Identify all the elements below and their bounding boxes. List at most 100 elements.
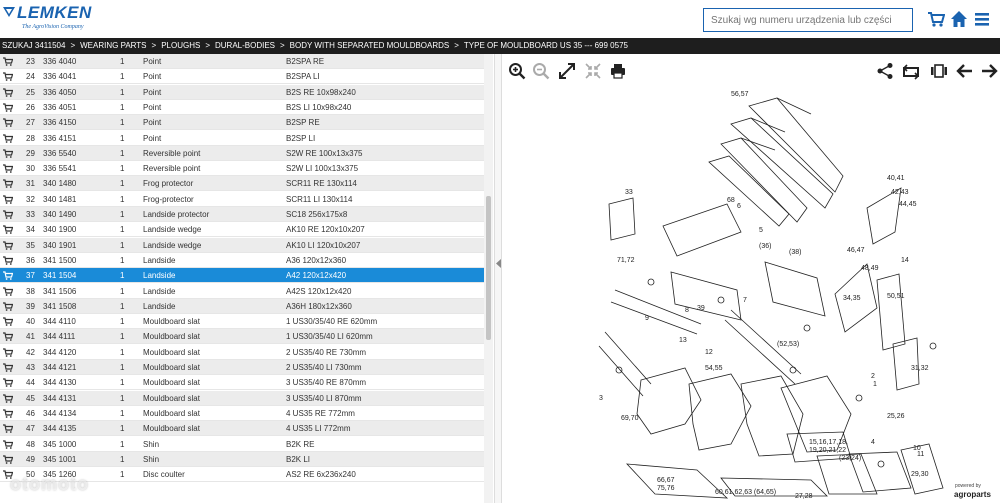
table-row[interactable]: 31 340 1480 1 Frog protector SCR11 RE 130x11… [0,176,484,192]
diagram-callout-label[interactable]: 29,30 [911,471,929,478]
diagram-callout-label[interactable]: (23,24) [839,455,861,462]
cart-icon[interactable] [3,302,13,311]
search-input[interactable] [703,8,913,32]
breadcrumb-item[interactable]: DURAL-BODIES [215,41,275,50]
diagram-callout-label[interactable]: 2 [871,373,875,380]
zoom-out-icon[interactable] [532,62,550,80]
table-row[interactable]: 42 344 4120 1 Mouldboard slat 2 US35/40 RE 7… [0,345,484,360]
table-row[interactable]: 43 344 4121 1 Mouldboard slat 2 US35/40 LI 7… [0,360,484,375]
diagram-callout-label[interactable]: (52,53) [777,341,799,348]
breadcrumb-item[interactable]: WEARING PARTS [80,41,146,50]
diagram-callout-label[interactable]: 44,45 [899,201,917,208]
diagram-callout-label[interactable]: 46,47 [847,247,865,254]
cart-icon[interactable] [3,439,13,449]
scrollbar-thumb[interactable] [486,196,491,340]
table-row[interactable]: 38 341 1506 1 Landside A42S 120x12x420 [0,284,484,299]
table-row[interactable]: 49 345 1001 1 Shin B2K LI [0,451,484,467]
diagram-callout-label[interactable]: 5 [759,227,763,234]
diagram-callout-label[interactable]: 40,41 [887,175,905,182]
cart-icon[interactable] [3,455,13,464]
diagram-callout-label[interactable]: 7 [743,297,747,304]
diagram-callout-label[interactable]: 1 [873,381,877,388]
table-row[interactable]: 27 336 4150 1 Point B2SP RE [0,115,484,131]
diagram-callout-label[interactable]: 13 [679,337,687,344]
diagram-callout-label[interactable]: 66,67 [657,477,675,484]
table-row[interactable]: 33 340 1490 1 Landside protector SC18 256x17… [0,207,484,222]
diagram-callout-label[interactable]: 15,16,17,18, [809,439,848,446]
diagram-callout-label[interactable]: 6 [737,203,741,210]
table-row[interactable]: 48 345 1000 1 Shin B2K RE [0,437,484,452]
diagram-callout-label[interactable]: 8 [685,307,689,314]
expand-icon[interactable] [558,62,576,80]
diagram-callout-label[interactable]: 4 [871,439,875,446]
diagram-callout-label[interactable]: 42,43 [891,189,909,196]
table-row[interactable]: 32 340 1481 1 Frog-protector SCR11 LI 130x11… [0,192,484,207]
view-icon[interactable] [930,62,948,80]
cart-icon[interactable] [3,240,13,250]
cart-icon[interactable] [3,164,13,173]
breadcrumb-item[interactable]: SZUKAJ 3411504 [2,41,65,50]
table-row[interactable]: 24 336 4041 1 Point B2SPA LI [0,69,484,85]
cart-icon[interactable] [3,348,13,357]
table-row[interactable]: 30 336 5541 1 Reversible point S2W LI 100x13… [0,161,484,177]
cart-icon[interactable] [3,118,13,128]
menu-icon[interactable] [973,10,991,28]
diagram-callout-label[interactable]: (38) [789,249,801,256]
diagram-callout-label[interactable]: 9 [645,315,649,322]
table-row[interactable]: 46 344 4134 1 Mouldboard slat 4 US35 RE 772m… [0,406,484,421]
table-row[interactable]: 25 336 4050 1 Point B2S RE 10x98x240 [0,84,484,100]
diagram-callout-label[interactable]: 33 [625,189,633,196]
breadcrumb-item[interactable]: BODY WITH SEPARATED MOULDBOARDS [290,41,450,50]
table-row[interactable]: 39 341 1508 1 Landside A36H 180x12x360 [0,298,484,314]
cart-icon[interactable] [3,363,13,372]
cart-icon[interactable] [3,57,13,66]
cart-icon[interactable] [3,256,13,265]
exploded-parts-drawing[interactable]: 56,57 40,41 42,43 44,45 5 6 33 68 (36) (38) 71,72 3… [581,84,961,500]
diagram-callout-label[interactable]: 48,49 [861,265,879,272]
table-row[interactable]: 23 336 4040 1 Point B2SPA RE [0,54,484,69]
panel-splitter[interactable] [494,54,502,503]
diagram-callout-label[interactable]: 39 [697,305,705,312]
cart-icon[interactable] [3,409,13,418]
diagram-callout-label[interactable]: 71,72 [617,257,635,264]
cart-icon[interactable] [3,133,13,143]
diagram-callout-label[interactable]: (36) [759,243,771,250]
cart-icon[interactable] [3,424,13,434]
cart-icon[interactable] [3,378,13,388]
cart-icon[interactable] [3,317,13,326]
arrow-right-icon[interactable] [980,62,998,80]
home-icon[interactable] [950,10,968,28]
cart-icon[interactable] [927,10,945,28]
cart-icon[interactable] [3,210,13,219]
cart-add-icon[interactable] [902,62,920,80]
table-row[interactable]: 44 344 4130 1 Mouldboard slat 3 US35/40 RE 8… [0,375,484,391]
arrow-left-icon[interactable] [956,62,974,80]
diagram-callout-label[interactable]: 11 [917,451,924,458]
table-row[interactable]: 29 336 5540 1 Reversible point S2W RE 100x13… [0,145,484,161]
cart-icon[interactable] [3,286,13,296]
diagram-callout-label[interactable]: 31,32 [911,365,929,372]
cart-icon[interactable] [3,332,13,342]
diagram-callout-label[interactable]: 54,55 [705,365,723,372]
cart-icon[interactable] [3,225,13,235]
diagram-callout-label[interactable]: 19,20,21,22 [809,447,846,454]
zoom-in-icon[interactable] [508,62,526,80]
diagram-callout-label[interactable]: 75,76 [657,485,675,492]
table-row[interactable]: 37 341 1504 1 Landside A42 120x12x420 [0,268,484,284]
diagram-callout-label[interactable]: 68 [727,197,735,204]
cart-icon[interactable] [3,149,13,158]
table-row[interactable]: 36 341 1500 1 Landside A36 120x12x360 [0,253,484,268]
collapse-left-icon[interactable] [496,259,501,268]
cart-icon[interactable] [3,87,13,97]
table-row[interactable]: 41 344 4111 1 Mouldboard slat 1 US30/35/40 L… [0,329,484,345]
diagram-callout-label[interactable]: 3 [599,395,603,402]
cart-icon[interactable] [3,271,13,281]
cart-icon[interactable] [3,103,13,112]
diagram-callout-label[interactable]: 56,57 [731,91,749,98]
diagram-callout-label[interactable]: 27,28 [795,493,813,500]
diagram-callout-label[interactable]: 60,61,62,63 (64,65) [715,489,776,496]
share-icon[interactable] [876,62,894,80]
cart-icon[interactable] [3,393,13,403]
table-row[interactable]: 35 340 1901 1 Landside wedge AK10 LI 120x10x… [0,237,484,253]
lemken-logo[interactable]: LEMKEN The AgroVision Company [2,3,112,35]
